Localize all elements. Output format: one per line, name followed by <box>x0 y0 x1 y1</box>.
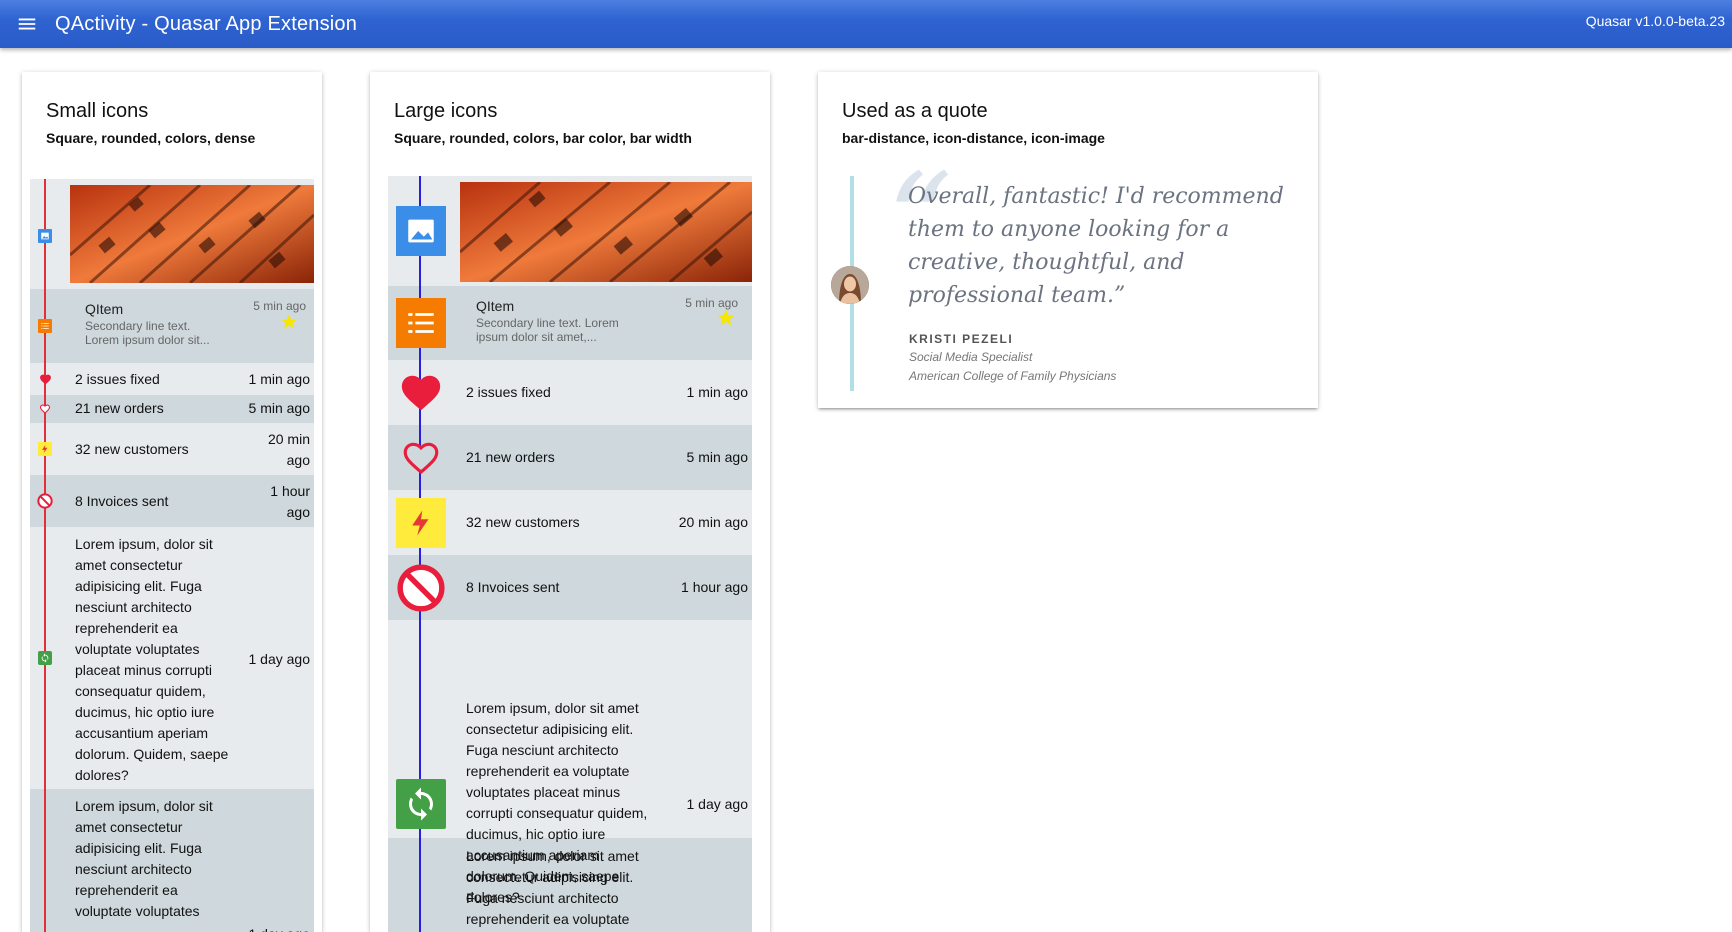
refresh-icon <box>38 651 52 665</box>
star-icon <box>716 308 736 328</box>
lightning-icon <box>38 442 52 456</box>
lorem-time: 1 day ago <box>248 651 311 667</box>
invoices-text: 8 Invoices sent <box>75 493 169 509</box>
menu-button[interactable] <box>0 0 54 48</box>
quote-author: KRISTI PEZELI <box>909 332 1014 346</box>
app-header: QActivity - Quasar App Extension Quasar … <box>0 0 1732 48</box>
card-subtitle: Square, rounded, colors, dense <box>46 130 256 146</box>
invoices-time: 1 hour <box>270 483 310 499</box>
quote-card: Used as a quote bar-distance, icon-dista… <box>818 72 1318 408</box>
quote-text: Overall, fantastic! I'd recommend them to… <box>908 184 1284 308</box>
refresh-icon <box>396 779 446 829</box>
lorem-text: Lorem ipsum, dolor sit amet consectetur ad… <box>75 536 229 783</box>
qitem-time: 5 min ago <box>253 299 306 313</box>
customers-text: 32 new customers <box>75 441 189 457</box>
invoices-text: 8 Invoices sent <box>466 579 560 595</box>
small-timeline: QItem Secondary line text. Lorem ipsum d… <box>30 179 314 932</box>
issues-time: 1 min ago <box>686 384 748 400</box>
image-icon <box>38 229 52 243</box>
heart-icon <box>38 372 52 386</box>
small-icons-card: Small icons Square, rounded, colors, den… <box>22 72 322 932</box>
orders-time: 5 min ago <box>248 400 310 416</box>
card-title: Small icons <box>46 100 149 122</box>
qitem-secondary-line-2: Lorem ipsum dolor sit... <box>85 333 210 347</box>
timeline-bar <box>44 179 46 932</box>
card-subtitle: bar-distance, icon-distance, icon-image <box>842 130 1105 146</box>
block-icon <box>395 562 447 614</box>
app-title: QActivity - Quasar App Extension <box>55 12 358 35</box>
card-subtitle: Square, rounded, colors, bar color, bar … <box>394 130 692 146</box>
list-icon <box>38 319 52 333</box>
customers-time: 20 min <box>267 431 310 447</box>
orders-time: 5 min ago <box>686 449 748 465</box>
author-organization: American College of Family Physicians <box>909 369 1117 383</box>
qitem-secondary-line: Secondary line text. Lorem <box>476 316 619 330</box>
list-icon <box>396 298 446 348</box>
author-role: Social Media Specialist <box>909 350 1033 364</box>
customers-text: 32 new customers <box>466 514 580 530</box>
lightning-icon <box>396 498 446 548</box>
invoices-time-2: ago <box>286 504 310 520</box>
qitem-title: QItem <box>476 298 515 314</box>
lorem-time: 1 day ago <box>686 796 749 812</box>
large-timeline: QItem Secondary line text. Lorem ipsum d… <box>388 176 752 932</box>
heart-icon <box>396 368 446 418</box>
block-icon <box>37 493 53 509</box>
card-title: Used as a quote <box>842 100 988 122</box>
qitem-secondary-line: Secondary line text. <box>85 319 191 333</box>
customers-time-2: ago <box>286 452 310 468</box>
building-photo <box>70 185 314 283</box>
menu-icon <box>18 18 36 30</box>
invoices-time: 1 hour ago <box>681 579 748 595</box>
heart-outline-icon <box>38 402 52 416</box>
lorem-2-time: 1 day ago <box>249 924 311 932</box>
lorem-2-text: Lorem ipsum, dolor sit amet consectetur ad… <box>75 798 213 919</box>
issues-text: 2 issues fixed <box>75 371 160 387</box>
orders-text: 21 new orders <box>466 449 555 465</box>
large-icons-card: Large icons Square, rounded, colors, bar… <box>370 72 770 932</box>
orders-text: 21 new orders <box>75 400 164 416</box>
star-icon <box>280 313 298 331</box>
author-avatar <box>831 266 869 304</box>
lorem-2-text: Lorem ipsum, dolor sit amet consectetur a… <box>466 848 639 927</box>
image-icon <box>396 206 446 256</box>
issues-text: 2 issues fixed <box>466 384 551 400</box>
heart-outline-icon <box>396 433 446 483</box>
customers-time: 20 min ago <box>678 514 748 530</box>
issues-time: 1 min ago <box>248 371 310 387</box>
card-title: Large icons <box>394 100 498 122</box>
building-photo <box>460 182 752 282</box>
version-label: Quasar v1.0.0-beta.23 <box>1585 13 1725 29</box>
qitem-title: QItem <box>85 301 124 317</box>
qitem-secondary-line-2: ipsum dolor sit amet,... <box>476 330 597 344</box>
